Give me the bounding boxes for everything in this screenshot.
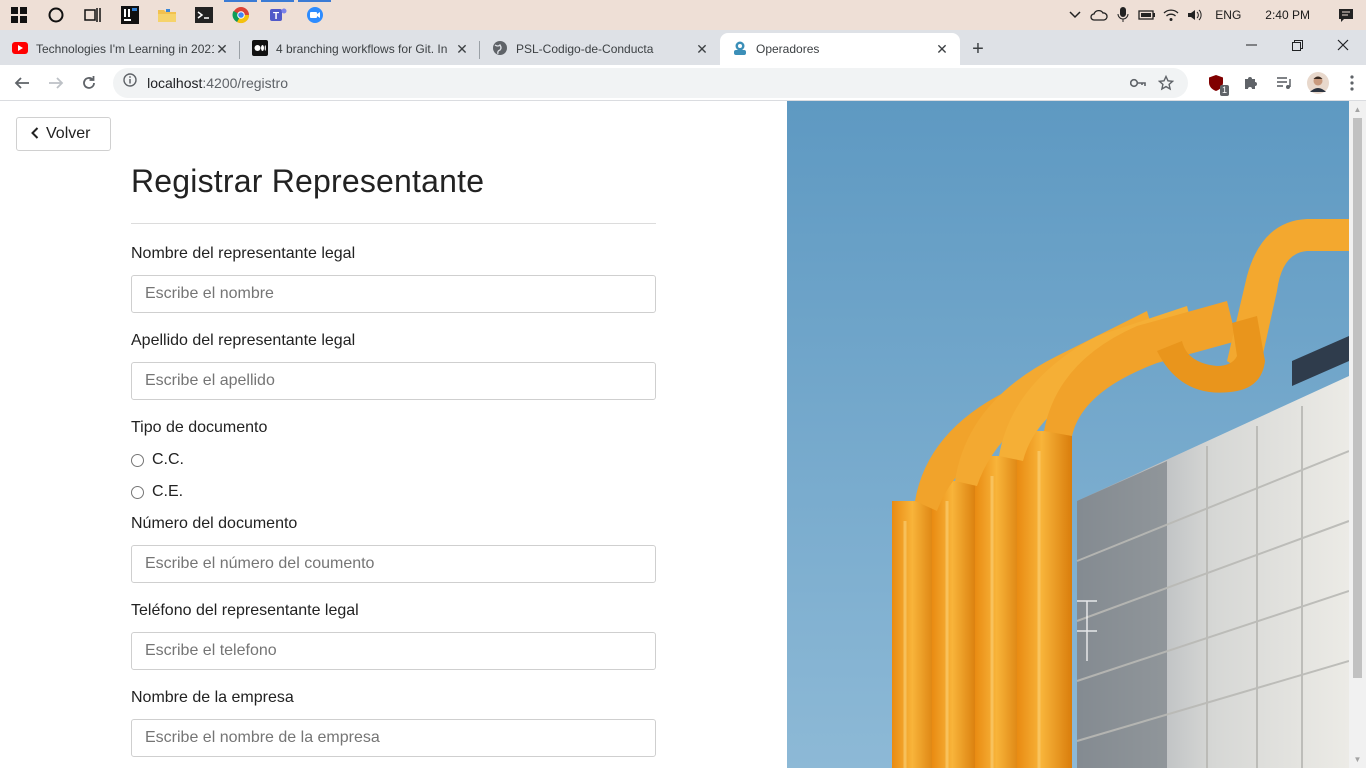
nombre-input[interactable] [131, 275, 656, 313]
tab-title: Technologies I'm Learning in 2021 [36, 42, 214, 56]
url-path: :4200/registro [202, 74, 288, 91]
chrome-icon[interactable] [222, 0, 259, 30]
terminal-icon[interactable] [185, 0, 222, 30]
notifications-icon[interactable] [1326, 0, 1366, 30]
radio-ce-circle[interactable] [131, 485, 144, 499]
info-icon[interactable] [123, 73, 137, 92]
restore-icon[interactable] [1274, 30, 1320, 60]
telefono-label: Teléfono del representante legal [131, 602, 359, 619]
medium-icon [252, 39, 268, 59]
ublock-extension-icon[interactable]: 1 [1202, 69, 1230, 97]
browser-toolbar: localhost:4200/registro 1 [0, 65, 1366, 101]
tab-close-icon[interactable]: ✕ [214, 41, 230, 57]
media-queue-icon[interactable] [1270, 69, 1298, 97]
youtube-icon [12, 41, 28, 57]
teams-icon[interactable]: T [259, 0, 296, 30]
tab-close-icon[interactable]: ✕ [934, 41, 950, 57]
extension-badge: 1 [1220, 84, 1230, 96]
url-host: localhost [147, 74, 203, 91]
browser-tab-strip: Technologies I'm Learning in 2021 ✕ 4 br… [0, 30, 1366, 65]
clock[interactable]: 2:40 PM [1249, 0, 1326, 30]
tab-youtube[interactable]: Technologies I'm Learning in 2021 ✕ [0, 33, 240, 65]
back-arrow-icon[interactable] [6, 67, 38, 99]
language-indicator[interactable]: ENG [1207, 0, 1249, 30]
volver-label: Volver [46, 125, 91, 142]
battery-icon[interactable] [1135, 0, 1159, 30]
nombre-label: Nombre del representante legal [131, 245, 356, 262]
tab-title: PSL-Codigo-de-Conducta [516, 42, 654, 56]
registro-form: Registrar Representante Nombre del repre… [131, 157, 656, 757]
radio-ce-label: C.E. [152, 483, 184, 500]
empresa-input[interactable] [131, 719, 656, 757]
tray-chevron-up-icon[interactable] [1063, 0, 1087, 30]
windows-start-icon[interactable] [0, 0, 37, 30]
chrome-menu-icon[interactable] [1338, 69, 1366, 97]
intellij-icon[interactable] [111, 0, 148, 30]
onedrive-icon[interactable] [1087, 0, 1111, 30]
scroll-up-arrow-icon[interactable]: ▲ [1349, 101, 1366, 118]
tipo-documento-label: Tipo de documento [131, 419, 268, 436]
tab-medium[interactable]: 4 branching workflows for Git. In ✕ [240, 33, 480, 65]
tipo-documento-radio-group: C.C. C.E. [131, 444, 656, 508]
extensions-puzzle-icon[interactable] [1236, 69, 1264, 97]
radio-cc-circle[interactable] [131, 453, 144, 467]
page-title: Registrar Representante [131, 163, 485, 199]
task-view-icon[interactable] [74, 0, 111, 30]
radio-cc-label: C.C. [152, 451, 184, 468]
chevron-left-icon [31, 126, 39, 143]
address-bar[interactable]: localhost:4200/registro [113, 67, 1189, 98]
bookmark-star-icon[interactable] [1152, 69, 1180, 97]
tab-title: 4 branching workflows for Git. In [276, 42, 448, 56]
tab-close-icon[interactable]: ✕ [454, 41, 470, 57]
file-explorer-icon[interactable] [148, 0, 185, 30]
close-window-icon[interactable] [1320, 30, 1366, 60]
numero-documento-input[interactable] [131, 545, 656, 583]
new-tab-plus-icon[interactable]: + [960, 33, 996, 65]
volume-icon[interactable] [1183, 0, 1207, 30]
tab-title: Operadores [756, 42, 820, 56]
minimize-icon[interactable] [1228, 30, 1274, 60]
cortana-icon[interactable] [37, 0, 74, 30]
forward-arrow-icon[interactable] [40, 67, 72, 99]
wifi-icon[interactable] [1159, 0, 1183, 30]
apellido-label: Apellido del representante legal [131, 332, 356, 349]
scroll-down-arrow-icon[interactable]: ▼ [1349, 751, 1366, 768]
telefono-input[interactable] [131, 632, 656, 670]
numero-documento-label: Número del documento [131, 515, 298, 532]
tab-close-icon[interactable]: ✕ [694, 41, 710, 57]
svg-text:T: T [273, 11, 279, 22]
scroll-thumb[interactable] [1353, 118, 1362, 678]
volver-button[interactable]: Volver [16, 117, 111, 151]
key-icon[interactable] [1124, 69, 1152, 97]
apellido-input[interactable] [131, 362, 656, 400]
radio-cc[interactable]: C.C. [131, 444, 656, 476]
app-icon [732, 40, 748, 59]
globe-icon [492, 40, 508, 59]
page-scrollbar[interactable]: ▲ ▼ [1349, 101, 1366, 768]
zoom-icon[interactable] [296, 0, 333, 30]
url-text[interactable]: localhost:4200/registro [147, 75, 1124, 91]
empresa-label: Nombre de la empresa [131, 689, 294, 706]
tab-psl-codigo[interactable]: PSL-Codigo-de-Conducta ✕ [480, 33, 720, 65]
title-divider [131, 223, 656, 224]
microphone-icon[interactable] [1111, 0, 1135, 30]
profile-avatar[interactable] [1304, 69, 1332, 97]
reload-icon[interactable] [73, 67, 105, 99]
page-content: Volver Registrar Representante Nombre de… [0, 101, 1366, 768]
building-pipes-photo [787, 101, 1349, 768]
windows-taskbar: T ENG 2:40 PM [0, 0, 1366, 30]
radio-ce[interactable]: C.E. [131, 476, 656, 508]
tab-operadores[interactable]: Operadores ✕ [720, 33, 960, 65]
